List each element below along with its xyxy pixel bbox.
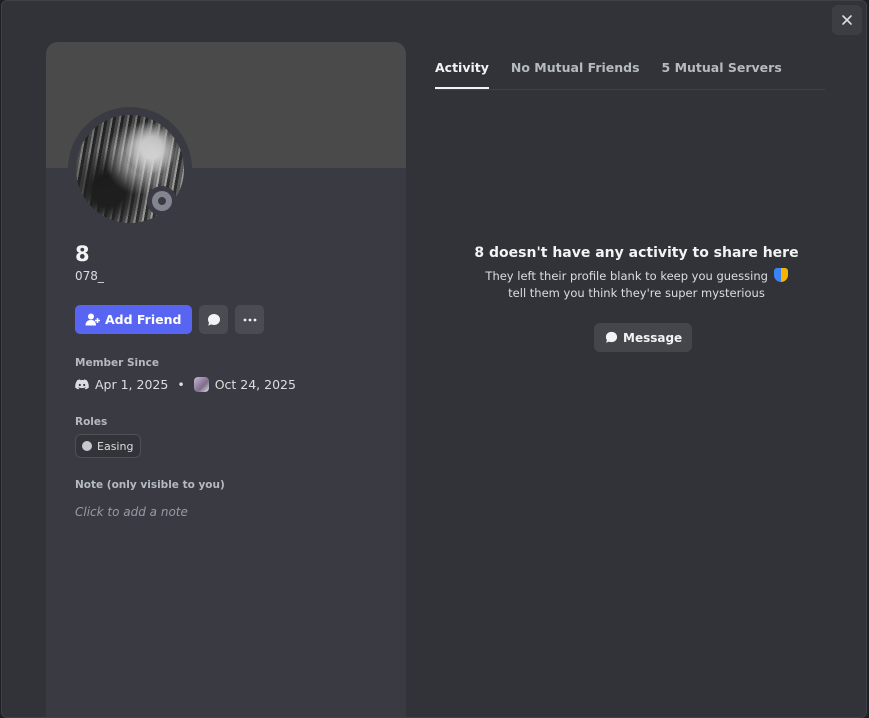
- roles-heading: Roles: [75, 416, 108, 428]
- avatar[interactable]: [68, 107, 192, 231]
- profile-modal: 8 078_ Add Friend Member Since Apr 1, 20…: [1, 0, 867, 718]
- action-buttons: Add Friend: [75, 305, 265, 334]
- empty-state-line-1: They left their profile blank to keep yo…: [435, 268, 838, 285]
- close-button[interactable]: [832, 5, 862, 35]
- offline-status-icon: [152, 191, 172, 211]
- member-since-row: Apr 1, 2025 • Oct 24, 2025: [75, 377, 296, 392]
- tab-mutual-friends[interactable]: No Mutual Friends: [511, 59, 640, 89]
- role-color-dot: [82, 441, 92, 451]
- close-icon: [842, 15, 852, 25]
- chat-bubble-icon: [605, 331, 618, 343]
- role-name: Easing: [97, 439, 134, 453]
- server-icon: [193, 377, 209, 392]
- empty-state-line-2: tell them you think they're super myster…: [508, 286, 765, 300]
- status-indicator: [147, 186, 177, 216]
- activity-empty-state: 8 doesn't have any activity to share her…: [435, 245, 838, 302]
- more-options-button[interactable]: [235, 305, 265, 334]
- note-input[interactable]: Click to add a note: [75, 505, 188, 519]
- empty-state-text-1: They left their profile blank to keep yo…: [485, 269, 768, 283]
- add-friend-button[interactable]: Add Friend: [75, 305, 193, 334]
- add-friend-icon: [85, 313, 100, 326]
- tab-activity[interactable]: Activity: [435, 59, 489, 89]
- chat-bubble-icon: [207, 313, 220, 326]
- add-friend-label: Add Friend: [105, 312, 182, 327]
- message-icon-button[interactable]: [199, 305, 229, 334]
- server-join-date: Oct 24, 2025: [214, 377, 296, 392]
- tab-mutual-servers[interactable]: 5 Mutual Servers: [662, 59, 782, 89]
- profile-tabs: Activity No Mutual Friends 5 Mutual Serv…: [435, 59, 825, 90]
- member-since-heading: Member Since: [75, 357, 159, 369]
- discord-join-date: Apr 1, 2025: [95, 377, 169, 392]
- empty-state-title: 8 doesn't have any activity to share her…: [474, 245, 799, 261]
- date-separator: •: [177, 377, 185, 392]
- username[interactable]: 078_: [75, 269, 104, 283]
- display-name: 8: [75, 242, 90, 266]
- note-heading: Note (only visible to you): [75, 479, 225, 491]
- masks-emoji-icon: [773, 268, 788, 282]
- profile-panel: 8 078_ Add Friend Member Since Apr 1, 20…: [46, 42, 406, 717]
- role-chip[interactable]: Easing: [75, 434, 142, 458]
- message-button-label: Message: [623, 330, 683, 345]
- message-button[interactable]: Message: [594, 323, 693, 352]
- more-icon: [243, 318, 257, 321]
- discord-icon: [75, 379, 89, 390]
